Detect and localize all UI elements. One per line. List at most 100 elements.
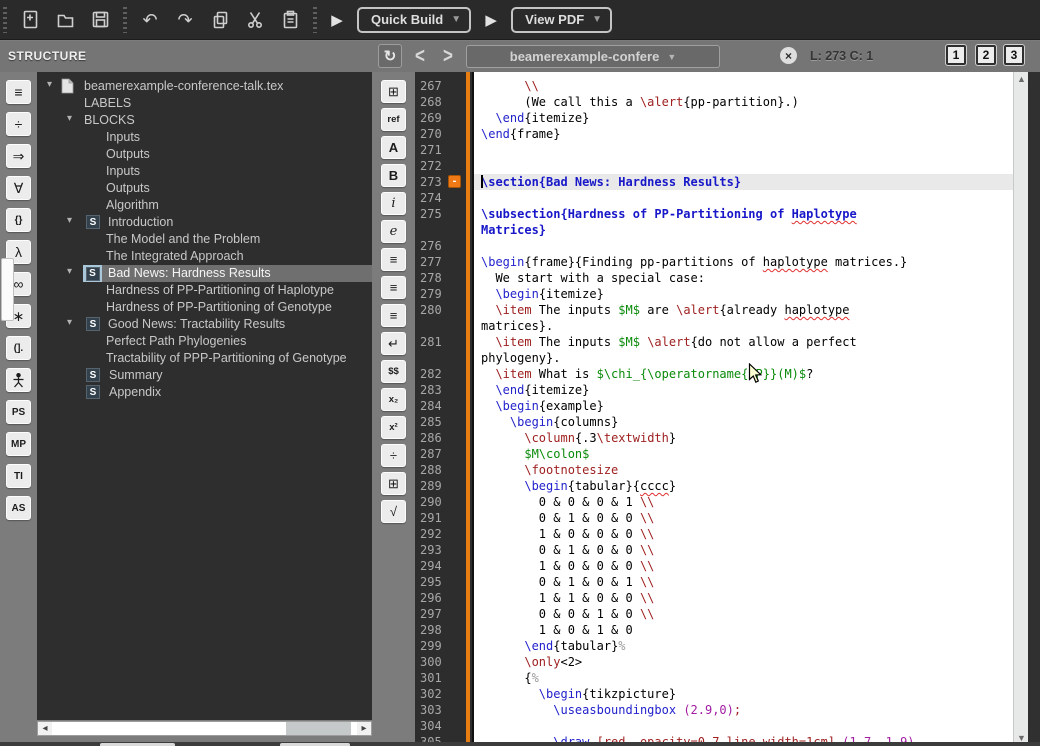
code-line-291[interactable]: 0 & 1 & 0 & 0 \\ [474, 510, 1013, 526]
structure-horizontal-scrollbar[interactable]: ◂ ▸ [37, 721, 372, 736]
toolbar-grip[interactable] [123, 6, 127, 33]
structure-tab-icon[interactable]: ≡ [6, 80, 31, 104]
delimiters-tab-icon[interactable]: {} [6, 208, 31, 232]
code-line-271[interactable] [474, 142, 1013, 158]
code-line-287[interactable]: $M\colon$ [474, 446, 1013, 462]
open-folder-icon[interactable] [53, 8, 77, 32]
relation-symbols-tab-icon[interactable]: ÷ [6, 112, 31, 136]
code-line-277[interactable]: \begin{frame}{Finding pp-partitions of h… [474, 254, 1013, 270]
fold-collapse-icon[interactable]: - [448, 175, 461, 188]
code-line-280[interactable]: \item The inputs $M$ are \alert{already … [474, 302, 1013, 318]
code-line-267[interactable]: \\ [474, 78, 1013, 94]
tree-expand-icon[interactable]: ▾ [67, 113, 72, 124]
align-right-icon[interactable]: ≡ [381, 304, 406, 327]
viewer-page-3-button[interactable]: 3 [1003, 44, 1025, 66]
structure-item-good-news-tractability-results[interactable]: ▾ S Good News: Tractability Results [37, 316, 372, 333]
code-line-299[interactable]: \end{tabular}% [474, 638, 1013, 654]
superscript-icon[interactable]: x² [381, 416, 406, 439]
newline-icon[interactable]: ↵ [381, 332, 406, 355]
run-view-pdf-icon[interactable]: ▶ [482, 8, 500, 32]
code-line-275[interactable]: \subsection{Hardness of PP-Partitioning … [474, 206, 1013, 222]
toolbar-grip[interactable] [313, 6, 317, 33]
user-symbols-tab-icon[interactable] [6, 368, 31, 392]
code-line-292[interactable]: 1 & 0 & 0 & 0 \\ [474, 526, 1013, 542]
array-icon[interactable]: ⊞ [381, 472, 406, 495]
scrollbar-thumb[interactable] [1, 258, 14, 321]
align-left-icon[interactable]: ≡ [381, 248, 406, 271]
structure-item-beamerexample-conference-talk-tex[interactable]: ▾ beamerexample-conference-talk.tex [37, 78, 372, 95]
code-line-289[interactable]: \begin{tabular}{cccc} [474, 478, 1013, 494]
scroll-right-icon[interactable]: ▸ [357, 722, 371, 735]
structure-item-introduction[interactable]: ▾ S Introduction [37, 214, 372, 231]
code-line-303[interactable]: \useasboundingbox (2.9,0); [474, 702, 1013, 718]
code-line-278[interactable]: We start with a special case: [474, 270, 1013, 286]
structure-item-outputs[interactable]: Outputs [37, 180, 372, 197]
code-line-298[interactable]: 1 & 0 & 1 & 0 [474, 622, 1013, 638]
next-document-icon[interactable]: > [438, 41, 458, 71]
code-line-273[interactable]: \section{Bad News: Hardness Results} [474, 174, 1013, 190]
tikz-tab-icon[interactable]: TI [6, 464, 31, 488]
metapost-tab-icon[interactable]: MP [6, 432, 31, 456]
refresh-structure-icon[interactable]: ↻ [378, 44, 402, 68]
tree-expand-icon[interactable]: ▾ [47, 79, 52, 90]
editor-text-area[interactable]: \\ (We call this a \alert{pp-partition}.… [474, 72, 1013, 746]
code-line-282[interactable]: \item What is $\chi_{\operatorname{PP}}(… [474, 366, 1013, 382]
code-line-295[interactable]: 0 & 1 & 0 & 1 \\ [474, 574, 1013, 590]
structure-item-algorithm[interactable]: Algorithm [37, 197, 372, 214]
structure-item-hardness-of-pp-partitioning-of-genotype[interactable]: Hardness of PP-Partitioning of Genotype [37, 299, 372, 316]
quick-build-select[interactable]: Quick Build ▼ [357, 6, 472, 33]
code-line-284[interactable]: \begin{example} [474, 398, 1013, 414]
structure-item-perfect-path-phylogenies[interactable]: Perfect Path Phylogenies [37, 333, 372, 350]
structure-item-labels[interactable]: LABELS [37, 95, 372, 112]
save-icon[interactable] [88, 8, 112, 32]
code-line-296[interactable]: 1 & 1 & 0 & 0 \\ [474, 590, 1013, 606]
bold-icon[interactable]: B [381, 164, 406, 187]
code-line-293[interactable]: 0 & 1 & 0 & 0 \\ [474, 542, 1013, 558]
italic-icon[interactable]: i [381, 192, 406, 215]
structure-item-summary[interactable]: S Summary [37, 367, 372, 384]
code-line-276[interactable] [474, 238, 1013, 254]
left-delimiters-tab-icon[interactable]: (]. [6, 336, 31, 360]
tree-expand-icon[interactable]: ▾ [67, 215, 72, 226]
code-line-272[interactable] [474, 158, 1013, 174]
structure-item-inputs[interactable]: Inputs [37, 129, 372, 146]
editor-vertical-scrollbar[interactable]: ▲ ▼ [1013, 72, 1028, 746]
scroll-up-icon[interactable]: ▲ [1014, 72, 1029, 86]
structure-item-blocks[interactable]: ▾ BLOCKS [37, 112, 372, 129]
align-center-icon[interactable]: ≡ [381, 276, 406, 299]
code-line-290[interactable]: 0 & 0 & 0 & 1 \\ [474, 494, 1013, 510]
code-line-288[interactable]: \footnotesize [474, 462, 1013, 478]
close-document-icon[interactable]: × [780, 47, 797, 64]
viewer-page-2-button[interactable]: 2 [975, 44, 997, 66]
code-line-301[interactable]: {% [474, 670, 1013, 686]
code-line-wrap[interactable]: phylogeny}. [474, 350, 1013, 366]
run-quick-build-icon[interactable]: ▶ [328, 8, 346, 32]
redo-icon[interactable]: ↷ [173, 8, 197, 32]
code-line-wrap[interactable]: matrices}. [474, 318, 1013, 334]
structure-item-the-integrated-approach[interactable]: The Integrated Approach [37, 248, 372, 265]
code-line-268[interactable]: (We call this a \alert{pp-partition}.) [474, 94, 1013, 110]
code-line-285[interactable]: \begin{columns} [474, 414, 1013, 430]
view-pdf-select[interactable]: View PDF ▼ [511, 6, 613, 33]
frac-icon[interactable]: ÷ [381, 444, 406, 467]
copy-icon[interactable] [208, 8, 232, 32]
structure-item-bad-news-hardness-results[interactable]: ▾ S Bad News: Hardness Results [37, 265, 372, 282]
tree-expand-icon[interactable]: ▾ [67, 266, 72, 277]
code-line-286[interactable]: \column{.3\textwidth} [474, 430, 1013, 446]
tree-expand-icon[interactable]: ▾ [67, 317, 72, 328]
structure-item-hardness-of-pp-partitioning-of-haplotype[interactable]: Hardness of PP-Partitioning of Haplotype [37, 282, 372, 299]
code-line-283[interactable]: \end{itemize} [474, 382, 1013, 398]
inline-math-icon[interactable]: $$ [381, 360, 406, 383]
paste-icon[interactable] [278, 8, 302, 32]
code-line-300[interactable]: \only<2> [474, 654, 1013, 670]
structure-item-outputs[interactable]: Outputs [37, 146, 372, 163]
structure-item-appendix[interactable]: S Appendix [37, 384, 372, 401]
code-line-294[interactable]: 1 & 0 & 0 & 0 \\ [474, 558, 1013, 574]
viewer-page-1-button[interactable]: 1 [945, 44, 967, 66]
code-line-270[interactable]: \end{frame} [474, 126, 1013, 142]
pstricks-tab-icon[interactable]: PS [6, 400, 31, 424]
previous-document-icon[interactable]: < [410, 41, 430, 71]
structure-item-tractability-of-ppp-partitioning-of-genotype[interactable]: Tractability of PPP-Partitioning of Geno… [37, 350, 372, 367]
sqrt-icon[interactable]: √ [381, 500, 406, 523]
structure-item-the-model-and-the-problem[interactable]: The Model and the Problem [37, 231, 372, 248]
